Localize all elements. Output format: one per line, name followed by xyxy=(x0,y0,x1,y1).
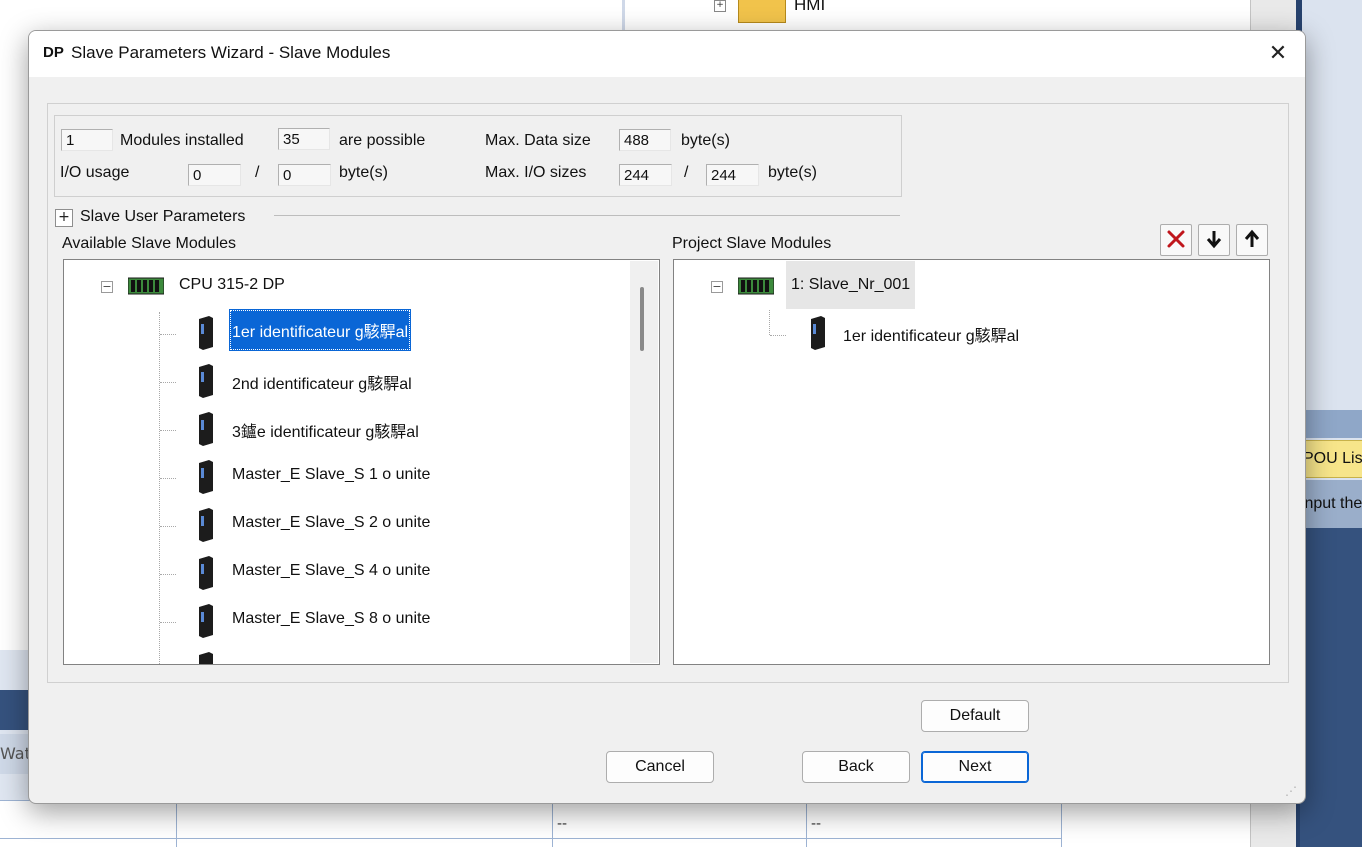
cancel-button[interactable]: Cancel xyxy=(606,751,714,783)
tree-item-module[interactable]: 3鑪e identificateur g駭駻al xyxy=(232,418,419,442)
modules-installed-field: 1 xyxy=(61,129,113,151)
max-output-size-field: 244 xyxy=(706,164,759,186)
tree-connector xyxy=(160,526,176,528)
tree-item-module[interactable]: 2nd identificateur g駭駻al xyxy=(232,370,412,394)
hmi-expander-icon[interactable]: + xyxy=(714,0,726,12)
info-box xyxy=(54,115,902,197)
close-button[interactable]: ✕ xyxy=(1255,37,1301,73)
pou-list-tab[interactable]: POU List xyxy=(1300,440,1362,478)
module-icon xyxy=(199,412,213,446)
input-hint-text: Input the xyxy=(1300,480,1362,528)
background-right-body xyxy=(1300,528,1362,847)
move-down-button[interactable] xyxy=(1198,224,1230,256)
tree-scrollbar[interactable] xyxy=(630,261,658,663)
delete-module-button[interactable] xyxy=(1160,224,1192,256)
tree-connector xyxy=(160,478,176,480)
delete-icon xyxy=(1167,230,1185,248)
module-icon xyxy=(199,508,213,542)
tree-item-module[interactable]: Master_E Slave_S 4 o unite xyxy=(232,562,430,580)
project-module-item[interactable]: 1er identificateur g駭駻al xyxy=(843,322,1019,346)
background-table-colline xyxy=(552,800,553,847)
close-icon: ✕ xyxy=(1268,41,1288,66)
tree-item-module[interactable]: Master_E Slave_S 1 o unite xyxy=(232,466,430,484)
background-left-bar xyxy=(0,690,30,730)
next-button[interactable]: Next xyxy=(921,751,1029,783)
folder-icon xyxy=(738,0,786,23)
max-data-size-field: 488 xyxy=(619,129,671,151)
background-table-colline xyxy=(806,800,807,847)
modules-installed-label: Modules installed xyxy=(120,132,244,149)
tree-collapse-icon[interactable]: − xyxy=(711,281,723,293)
tree-connector xyxy=(160,574,176,576)
tree-collapse-icon[interactable]: − xyxy=(101,281,113,293)
background-table-rowline xyxy=(0,838,1062,839)
io-usage-output-field: 0 xyxy=(278,164,331,186)
rack-icon xyxy=(128,277,164,295)
tree-connector xyxy=(160,382,176,384)
tree-item-module[interactable]: 1er identificateur g駭駻al xyxy=(229,309,412,351)
max-io-unit: byte(s) xyxy=(768,164,817,181)
available-modules-label: Available Slave Modules xyxy=(62,235,237,252)
background-table-colline xyxy=(1061,800,1062,847)
tree-connector xyxy=(160,334,176,336)
tree-root-slave[interactable]: 1: Slave_Nr_001 xyxy=(786,261,916,309)
module-icon xyxy=(199,364,213,398)
max-io-separator: / xyxy=(684,164,689,181)
max-io-sizes-label: Max. I/O sizes xyxy=(485,164,587,181)
resize-grip-icon[interactable]: ⋰ xyxy=(1285,783,1301,799)
background-table-colline xyxy=(176,800,177,847)
dialog-title: Slave Parameters Wizard - Slave Modules xyxy=(71,43,391,62)
arrow-up-icon xyxy=(1244,229,1260,247)
tree-guide-line xyxy=(769,310,771,335)
project-modules-label: Project Slave Modules xyxy=(672,235,832,252)
possible-modules-label: are possible xyxy=(339,132,426,149)
scrollbar-thumb[interactable] xyxy=(640,287,644,351)
module-icon xyxy=(199,316,213,350)
move-up-button[interactable] xyxy=(1236,224,1268,256)
tree-connector xyxy=(160,622,176,624)
section-divider xyxy=(274,215,900,216)
io-usage-input-field: 0 xyxy=(188,164,241,186)
project-modules-tree[interactable]: − 1: Slave_Nr_001 1er identificateur g駭駻… xyxy=(673,259,1270,665)
io-usage-unit: byte(s) xyxy=(339,164,388,181)
possible-modules-field: 35 xyxy=(278,128,330,150)
tree-connector xyxy=(770,335,786,337)
table-cell: -- xyxy=(557,816,568,832)
table-cell: -- xyxy=(811,816,822,832)
background-table xyxy=(0,800,1062,848)
dp-app-icon: DP xyxy=(43,44,64,61)
io-usage-separator: / xyxy=(255,164,260,181)
default-button[interactable]: Default xyxy=(921,700,1029,732)
tree-root-cpu[interactable]: CPU 315-2 DP xyxy=(179,276,285,294)
max-data-size-unit: byte(s) xyxy=(681,132,730,149)
tree-connector xyxy=(160,430,176,432)
module-icon xyxy=(811,316,825,350)
available-modules-tree[interactable]: − CPU 315-2 DP 1er identificateur g駭駻al … xyxy=(63,259,660,665)
slave-user-parameters-label[interactable]: Slave User Parameters xyxy=(80,208,245,226)
arrow-down-icon xyxy=(1206,231,1222,249)
tree-item-module[interactable]: Master_E Slave_S 2 o unite xyxy=(232,514,430,532)
watch-tab[interactable]: Watch xyxy=(0,734,30,774)
hmi-tree-label[interactable]: HMI xyxy=(794,0,825,15)
background-right-tabbar xyxy=(1300,410,1362,438)
background-divider xyxy=(622,0,625,30)
rack-icon xyxy=(738,277,774,295)
module-icon xyxy=(199,460,213,494)
dialog-titlebar: DP Slave Parameters Wizard - Slave Modul… xyxy=(29,31,1305,77)
slave-parameters-dialog: DP Slave Parameters Wizard - Slave Modul… xyxy=(28,30,1306,804)
tree-item-module[interactable]: Master_E Slave_S 8 o unite xyxy=(232,610,430,628)
io-usage-label: I/O usage xyxy=(60,164,130,181)
tree-guide-line xyxy=(159,312,161,664)
expand-user-parameters-icon[interactable]: + xyxy=(55,209,73,227)
module-icon xyxy=(199,652,213,664)
max-data-size-label: Max. Data size xyxy=(485,132,591,149)
back-button[interactable]: Back xyxy=(802,751,910,783)
module-icon xyxy=(199,604,213,638)
max-input-size-field: 244 xyxy=(619,164,672,186)
module-icon xyxy=(199,556,213,590)
